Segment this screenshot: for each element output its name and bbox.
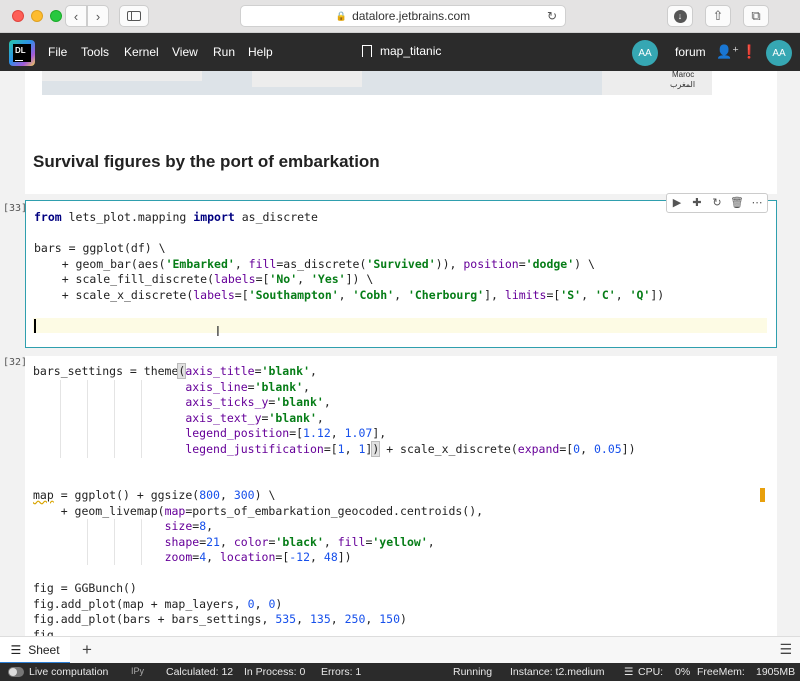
code-line: + geom_bar(aes('Embarked', fill=as_discr… — [34, 256, 595, 271]
code-cell-33[interactable]: ▶ ✚ ↻ 🗑 ⋯ from lets_plot.mapping import … — [25, 193, 777, 348]
text-cursor-icon: I — [216, 325, 220, 340]
share-button[interactable]: ⇧ — [705, 5, 731, 27]
errors-count[interactable]: Errors: 1 — [321, 666, 361, 678]
menu-help[interactable]: Help — [248, 45, 273, 59]
add-user-icon[interactable]: 👤⁺ — [716, 44, 739, 60]
hamburger-menu-icon[interactable]: ☰ — [779, 641, 792, 658]
in-process-count: In Process: 0 — [244, 666, 306, 678]
cpu-label: CPU: — [638, 666, 664, 678]
code-line: size=8, — [164, 519, 214, 533]
code-cell-32[interactable]: bars_settings = theme(axis_title='blank'… — [25, 356, 777, 636]
code-line: fig. — [33, 627, 61, 637]
code-line: zoom=4, location=[-12, 48]) — [164, 550, 352, 564]
sheet-bar: ☰ Sheet + ☰ — [0, 636, 800, 664]
code-line: map = ggplot() + ggsize(800, 300) \ — [33, 488, 276, 502]
run-icon[interactable]: ▶ — [667, 194, 687, 212]
code-line: fig = GGBunch() — [33, 581, 137, 595]
map-label: Maroc — [672, 71, 695, 79]
list-icon: ☰ — [10, 642, 22, 657]
markdown-cell[interactable]: Survival figures by the port of embarkat… — [25, 125, 777, 194]
url-text: datalore.jetbrains.com — [352, 9, 471, 23]
collaborator-avatar[interactable]: AA — [632, 40, 658, 66]
sidebar-toggle-button[interactable] — [119, 5, 149, 27]
datalore-logo[interactable]: DL — [9, 40, 35, 66]
download-icon: ↓ — [673, 9, 687, 23]
menu-view[interactable]: View — [172, 45, 198, 59]
app-menubar: DL File Tools Kernel View Run Help map_t… — [0, 33, 800, 71]
cpu-value: 0% — [675, 666, 691, 678]
map-preview[interactable]: Maroc المغرب — [42, 71, 712, 95]
browser-toolbar: ‹ › 🔒 datalore.jetbrains.com ↻ ↓ ⇧ ⧉ — [0, 0, 800, 33]
chevron-right-icon: › — [95, 8, 101, 24]
menu-tools[interactable]: Tools — [81, 45, 109, 59]
tabs-icon: ⧉ — [751, 8, 761, 23]
current-line-highlight — [33, 318, 767, 333]
code-line: legend_position=[1.12, 1.07], — [185, 426, 387, 440]
instance-type[interactable]: Instance: t2.medium — [510, 666, 605, 678]
bookmark-icon — [362, 45, 372, 57]
calculated-count: Calculated: 12 — [166, 666, 234, 678]
user-avatar[interactable]: AA — [766, 40, 792, 66]
close-window-button[interactable] — [12, 10, 24, 22]
sidebar-icon — [127, 11, 141, 21]
code-line: + scale_fill_discrete(labels=['No', 'Yes… — [34, 272, 374, 286]
live-computation-label: Live computation — [29, 666, 109, 678]
forum-link[interactable]: forum — [675, 45, 706, 59]
rerun-icon[interactable]: ↻ — [707, 194, 727, 212]
freemem-value: 1905MB — [756, 666, 796, 678]
forward-button[interactable]: › — [87, 5, 109, 27]
delete-icon[interactable]: 🗑 — [727, 194, 747, 212]
add-sheet-button[interactable]: + — [82, 640, 92, 660]
minimize-window-button[interactable] — [31, 10, 43, 22]
code-line: + geom_livemap(map=ports_of_embarkation_… — [33, 503, 484, 518]
notebook-area: Maroc المغرب Survival figures by the por… — [0, 71, 800, 636]
menu-file[interactable]: File — [48, 45, 67, 59]
kernel-label: IPy — [131, 666, 145, 676]
address-bar[interactable]: 🔒 datalore.jetbrains.com ↻ — [240, 5, 566, 27]
exec-count-33: [33] — [3, 203, 28, 214]
code-line: + scale_x_discrete(labels=['Southampton'… — [34, 287, 665, 302]
notebook-title-text: map_titanic — [380, 44, 442, 58]
code-line: fig.add_plot(bars + bars_settings, 535, … — [33, 612, 407, 626]
logo-text: DL — [15, 46, 26, 55]
text-caret — [34, 319, 36, 333]
code-line: shape=21, color='black', fill='yellow', — [164, 534, 435, 549]
downloads-button[interactable]: ↓ — [667, 5, 693, 27]
code-line: bars = ggplot(df) \ — [34, 241, 166, 255]
tab-sheet[interactable]: ☰ Sheet — [0, 637, 70, 664]
freemem-label: FreeMem: — [697, 666, 745, 678]
stack-icon: ☰ — [624, 666, 634, 678]
section-heading: Survival figures by the port of embarkat… — [33, 152, 380, 171]
add-cell-icon[interactable]: ✚ — [687, 194, 707, 212]
exec-count-32: [32] — [3, 357, 28, 368]
code-line: axis_ticks_y='blank', — [185, 395, 331, 409]
chevron-left-icon: ‹ — [73, 8, 79, 24]
code-line: legend_justification=[1, 1]) + scale_x_d… — [185, 440, 636, 457]
kernel-state: Running — [453, 666, 493, 678]
menu-run[interactable]: Run — [213, 45, 235, 59]
menu-kernel[interactable]: Kernel — [124, 45, 159, 59]
zoom-window-button[interactable] — [50, 10, 62, 22]
code-line: from lets_plot.mapping import as_discret… — [34, 210, 318, 224]
back-button[interactable]: ‹ — [65, 5, 87, 27]
code-line: bars_settings = theme(axis_title='blank'… — [33, 363, 317, 379]
code-line: axis_line='blank', — [185, 379, 310, 394]
reload-icon[interactable]: ↻ — [547, 9, 557, 23]
cell-toolbar: ▶ ✚ ↻ 🗑 ⋯ — [666, 193, 768, 213]
code-line: axis_text_y='blank', — [185, 410, 324, 425]
feedback-icon[interactable]: ❗ — [741, 44, 757, 60]
status-bar: Live computation IPy Calculated: 12 In P… — [0, 663, 800, 681]
warning-marker[interactable] — [760, 488, 765, 502]
sheet-tab-label: Sheet — [28, 642, 60, 657]
live-computation-toggle[interactable] — [8, 667, 24, 677]
more-icon[interactable]: ⋯ — [747, 194, 767, 212]
notebook-title[interactable]: map_titanic — [362, 44, 441, 58]
map-sublabel: المغرب — [670, 80, 696, 89]
code-line: fig.add_plot(map + map_layers, 0, 0) — [33, 596, 283, 611]
tabs-overview-button[interactable]: ⧉ — [743, 5, 769, 27]
lock-icon: 🔒 — [335, 10, 348, 21]
share-icon: ⇧ — [712, 8, 724, 23]
